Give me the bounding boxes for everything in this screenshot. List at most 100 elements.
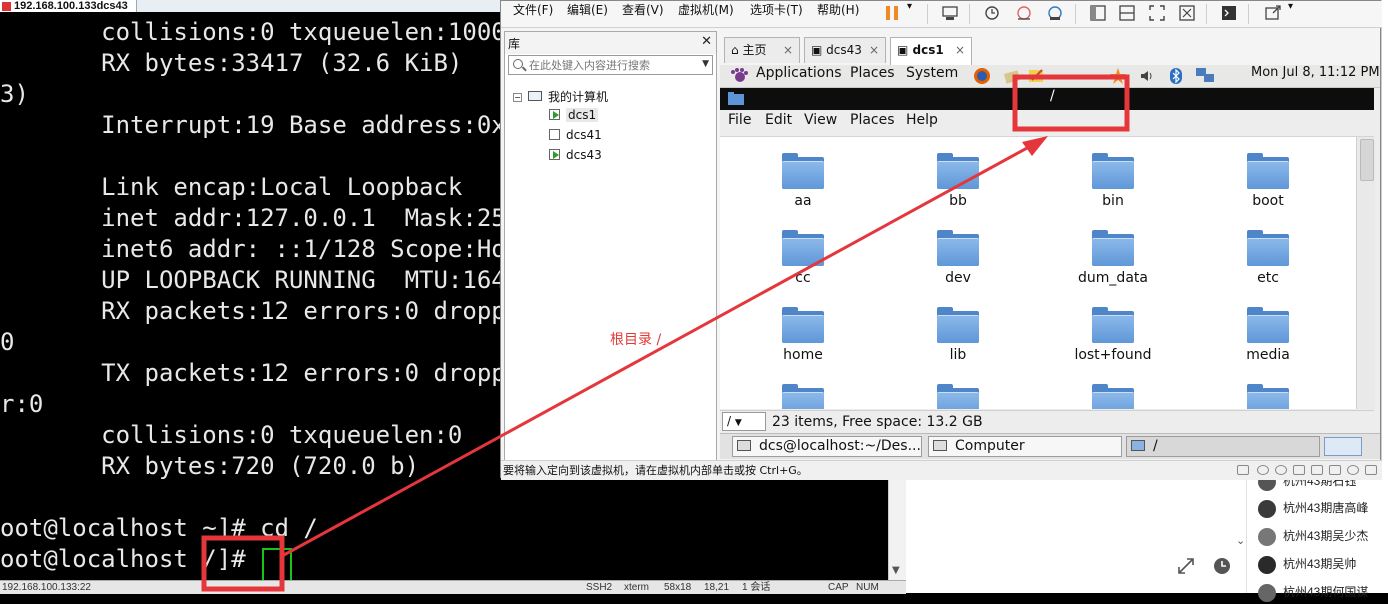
menu-vm[interactable]: 虚拟机(M) <box>678 1 734 27</box>
folder-item[interactable] <box>743 384 863 409</box>
bluetooth-icon[interactable] <box>1168 67 1184 85</box>
taskbar-item-computer[interactable]: Computer <box>928 436 1122 457</box>
menu-places[interactable]: Places <box>850 65 895 87</box>
avatar <box>1258 499 1276 518</box>
message-icon[interactable] <box>1365 465 1377 475</box>
console-view-icon[interactable] <box>1118 4 1136 22</box>
unity-icon[interactable] <box>1178 4 1196 22</box>
chat-list-item[interactable]: 杭州43期吴帅 <box>1258 552 1356 576</box>
folder-item[interactable]: boot <box>1208 153 1328 209</box>
close-icon[interactable]: × <box>783 38 793 62</box>
firefox-icon[interactable] <box>972 66 992 86</box>
file-grid: aa bb bin boot cc dev dum_data etc home … <box>720 137 1356 409</box>
menu-help[interactable]: Help <box>906 112 938 128</box>
hdd-icon[interactable] <box>1237 465 1249 475</box>
chat-list-item[interactable]: 杭州43期吴少杰 <box>1258 524 1368 548</box>
close-icon[interactable]: × <box>955 38 965 62</box>
folder-item[interactable]: home <box>743 307 863 363</box>
snapshot-icon[interactable] <box>983 4 1001 22</box>
sidebar-view-icon[interactable] <box>1089 4 1107 22</box>
expand-icon[interactable] <box>1176 556 1196 576</box>
sound-icon[interactable] <box>1329 465 1341 475</box>
volume-icon[interactable] <box>1138 67 1156 85</box>
menu-file[interactable]: 文件(F) <box>513 1 553 27</box>
network-adapter-icon[interactable] <box>1293 465 1305 475</box>
menu-view[interactable]: View <box>804 112 837 128</box>
vmware-statusbar: 要将输入定向到该虚拟机，请在虚拟机内部单击或按 Ctrl+G。 <box>501 460 1382 480</box>
chevron-down-icon[interactable]: ▼ <box>702 59 709 69</box>
menu-places[interactable]: Places <box>850 112 895 128</box>
folder-item[interactable]: lib <box>898 307 1018 363</box>
folder-item[interactable]: cc <box>743 230 863 286</box>
terminal-tab[interactable]: 192.168.100.133dcs43 <box>0 0 137 12</box>
mail-icon[interactable] <box>1003 66 1023 86</box>
library-panel: 库 ✕ ▼ −我的计算机 dcs1 dcs41 dcs43 根目录 / <box>504 31 717 461</box>
search-input[interactable] <box>529 57 689 73</box>
folder-item[interactable] <box>1208 384 1328 409</box>
tree-item-dcs43[interactable]: dcs43 <box>549 148 602 166</box>
menu-applications[interactable]: Applications <box>756 65 842 87</box>
floppy-icon[interactable] <box>1275 465 1287 475</box>
tab-dcs1[interactable]: ▣ dcs1 × <box>890 37 972 65</box>
folder-item[interactable]: dev <box>898 230 1018 286</box>
display-icon[interactable] <box>1347 465 1359 475</box>
tree-item-dcs1[interactable]: dcs1 <box>549 108 599 126</box>
terminal-scrollbar[interactable]: ▼ <box>888 478 907 580</box>
menu-edit[interactable]: 编辑(E) <box>567 1 608 27</box>
folder-item[interactable]: lost+found <box>1053 307 1173 363</box>
chevron-down-icon[interactable]: ⌄ <box>1236 534 1245 547</box>
panel-clock[interactable]: Mon Jul 8, 11:12 PM <box>1251 65 1380 87</box>
folder-item[interactable]: bb <box>898 153 1018 209</box>
tab-dcs43[interactable]: ▣ dcs43 × <box>804 37 886 63</box>
workspace-switcher[interactable] <box>1324 437 1362 456</box>
pause-icon[interactable] <box>883 4 901 22</box>
folder-item[interactable] <box>1053 384 1173 409</box>
menu-help[interactable]: 帮助(H) <box>817 1 859 27</box>
update-icon[interactable] <box>1108 66 1128 86</box>
library-search[interactable]: ▼ <box>508 55 713 75</box>
close-icon[interactable]: × <box>869 38 879 62</box>
send-keys-icon[interactable] <box>941 4 959 22</box>
taskbar-item-terminal[interactable]: dcs@localhost:~/Des... <box>732 436 922 457</box>
menu-system[interactable]: System <box>906 65 958 87</box>
scrollbar-thumb[interactable] <box>1360 139 1374 181</box>
fullscreen-icon[interactable] <box>1148 4 1166 22</box>
folder-item[interactable]: media <box>1208 307 1328 363</box>
chevron-down-icon[interactable]: ▾ <box>907 1 912 27</box>
scroll-down-icon[interactable]: ▼ <box>892 565 900 576</box>
clock-icon[interactable] <box>1212 556 1232 576</box>
snapshot-manager-icon[interactable] <box>1046 4 1064 22</box>
menu-tabs[interactable]: 选项卡(T) <box>750 1 803 27</box>
tree-item-dcs41[interactable]: dcs41 <box>549 128 602 146</box>
location-select[interactable]: / ▼ <box>722 412 766 431</box>
vmware-menubar: 文件(F) 编辑(E) 查看(V) 虚拟机(M) 选项卡(T) 帮助(H) ▾ … <box>501 1 1382 28</box>
chat-list-item[interactable]: 杭州43期何国谋 <box>1258 580 1368 604</box>
folder-item[interactable]: dum_data <box>1053 230 1173 286</box>
folder-item[interactable]: etc <box>1208 230 1328 286</box>
stretch-icon[interactable] <box>1264 4 1282 22</box>
tab-home[interactable]: ⌂ 主页 × <box>724 37 800 63</box>
folder-icon <box>1247 153 1289 189</box>
revert-snapshot-icon[interactable] <box>1015 4 1033 22</box>
usb-icon[interactable] <box>1311 465 1323 475</box>
guest-screen[interactable]: Applications Places System Mon Jul 8, 11… <box>720 65 1380 459</box>
taskbar-item-root-folder[interactable]: / <box>1126 436 1320 457</box>
close-icon[interactable]: ✕ <box>701 34 712 49</box>
folder-item[interactable] <box>898 384 1018 409</box>
network-icon[interactable] <box>1194 66 1216 86</box>
cdrom-icon[interactable] <box>1257 465 1269 475</box>
folder-item[interactable]: bin <box>1053 153 1173 209</box>
menu-file[interactable]: File <box>728 112 751 128</box>
terminal-line: r:0 <box>0 390 44 418</box>
folder-item[interactable]: aa <box>743 153 863 209</box>
tree-item-my-computer[interactable]: − 我的计算机 <box>513 88 608 106</box>
collapse-icon[interactable]: − <box>513 93 522 102</box>
file-manager-titlebar: / <box>720 88 1374 110</box>
chevron-down-icon[interactable]: ▾ <box>1288 1 1293 27</box>
chat-list-item[interactable]: 杭州43期唐高峰 <box>1258 496 1368 520</box>
terminal-icon[interactable] <box>1220 4 1238 22</box>
file-grid-scrollbar[interactable] <box>1356 137 1375 409</box>
menu-edit[interactable]: Edit <box>765 112 792 128</box>
notes-icon[interactable] <box>1026 66 1046 86</box>
menu-view[interactable]: 查看(V) <box>622 1 664 27</box>
